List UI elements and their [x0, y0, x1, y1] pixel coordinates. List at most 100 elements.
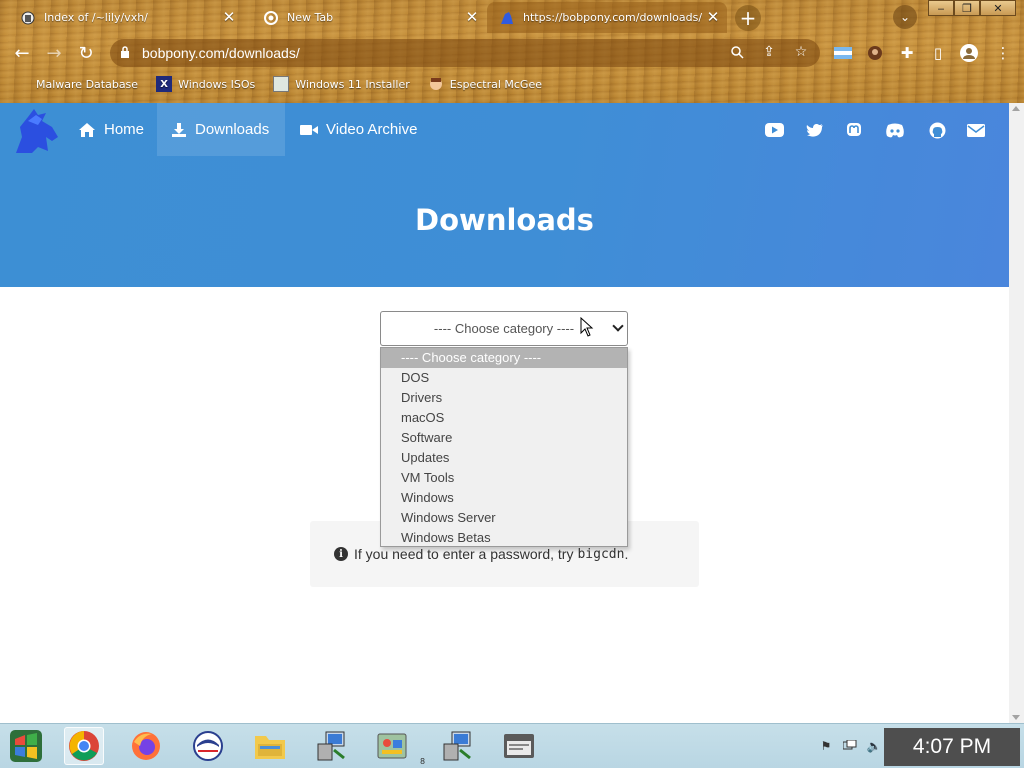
dropdown-option[interactable]: Updates	[381, 448, 627, 468]
nav-downloads-label: Downloads	[195, 121, 270, 138]
category-select-value: ---- Choose category ----	[433, 321, 575, 336]
notice-suffix: .	[624, 546, 629, 562]
dropdown-option[interactable]: Windows Betas	[381, 528, 627, 548]
page-viewport: Home Downloads Video Archive Downloads -…	[0, 103, 1009, 723]
installer-icon	[273, 76, 290, 92]
x-icon: X	[156, 76, 173, 92]
window-manager-taskbar-icon[interactable]	[499, 727, 539, 765]
close-icon[interactable]: ✕	[464, 8, 480, 26]
dropdown-option[interactable]: Windows	[381, 488, 627, 508]
notice-password-code: bigcdn	[577, 546, 625, 562]
github-icon[interactable]	[927, 120, 947, 140]
tab-title: Index of /~lily/vxh/	[44, 11, 148, 24]
mastodon-icon[interactable]	[844, 120, 864, 140]
bookmark-label: Windows 11 Installer	[295, 77, 410, 91]
restore-button[interactable]: ❐	[954, 0, 980, 16]
dropdown-option[interactable]: VM Tools	[381, 468, 627, 488]
dropdown-option[interactable]: DOS	[381, 368, 627, 388]
discord-icon[interactable]	[885, 120, 905, 140]
reload-icon[interactable]: ↻	[74, 41, 98, 65]
dropdown-option[interactable]: ---- Choose category ----	[381, 348, 627, 368]
chrome-taskbar-icon[interactable]	[64, 727, 104, 765]
scroll-up-arrow-icon[interactable]	[1012, 106, 1020, 111]
page-title: Downloads	[415, 203, 594, 237]
download-icon	[171, 122, 187, 138]
tab-search-chevron-icon[interactable]: ⌄	[893, 5, 917, 29]
bookmark-label: Malware Database	[36, 77, 139, 91]
taskbar-badge: 8	[420, 757, 426, 766]
lock-icon	[120, 45, 134, 61]
hero-banner: Home Downloads Video Archive Downloads	[0, 103, 1009, 287]
site-navbar: Home Downloads Video Archive	[0, 103, 1009, 156]
close-icon[interactable]: ✕	[221, 8, 237, 26]
page-scrollbar[interactable]	[1009, 103, 1024, 723]
forward-arrow-icon[interactable]: →	[42, 41, 66, 65]
nav-home[interactable]: Home	[64, 103, 158, 156]
bookmark-malware-database[interactable]: Malware Database	[14, 76, 138, 92]
dropdown-option[interactable]: Drivers	[381, 388, 627, 408]
address-text[interactable]: bobpony.com/downloads/	[142, 45, 300, 61]
bookmark-label: Windows ISOs	[178, 77, 256, 91]
window-close-button[interactable]: ✕	[980, 0, 1016, 16]
bookmark-windows-isos[interactable]: X Windows ISOs	[156, 76, 255, 92]
file-explorer-taskbar-icon[interactable]	[250, 727, 290, 765]
tab-bobpony-downloads[interactable]: https://bobpony.com/downloads/ ✕	[487, 2, 727, 33]
tab-title: New Tab	[287, 11, 334, 24]
taskbar-clock[interactable]: 4:07 PM	[884, 728, 1020, 766]
notice-text: If you need to enter a password, try	[354, 546, 574, 562]
mail-icon[interactable]	[966, 120, 986, 140]
tab-title: https://bobpony.com/downloads/	[523, 11, 703, 24]
back-arrow-icon[interactable]: ←	[10, 41, 34, 65]
bookmark-windows-11-installer[interactable]: Windows 11 Installer	[273, 76, 410, 92]
opera-taskbar-icon[interactable]	[188, 727, 228, 765]
dropdown-option[interactable]: macOS	[381, 408, 627, 428]
bobpony-icon	[499, 10, 515, 26]
action-center-flag-icon[interactable]: ⚑	[818, 738, 834, 754]
volume-icon[interactable]: 🔈	[866, 738, 882, 754]
search-icon[interactable]	[728, 43, 746, 61]
close-icon[interactable]: ✕	[705, 8, 721, 26]
home-icon	[78, 122, 96, 138]
new-tab-button[interactable]: +	[735, 5, 761, 31]
nav-video-archive[interactable]: Video Archive	[286, 103, 431, 156]
tab-new-tab[interactable]: New Tab ✕	[243, 2, 486, 33]
trash-icon	[20, 10, 36, 26]
bookmark-star-icon[interactable]: ☆	[792, 43, 810, 61]
network-icon[interactable]	[842, 738, 858, 754]
taskbar: 8 ⚑ 🔈 4:07 PM	[0, 723, 1024, 768]
nav-downloads[interactable]: Downloads	[157, 103, 285, 156]
youtube-icon[interactable]	[764, 120, 784, 140]
address-bar[interactable]: bobpony.com/downloads/ ⇪ ☆	[110, 39, 820, 67]
network-setup-taskbar-icon[interactable]	[312, 727, 352, 765]
scroll-down-arrow-icon[interactable]	[1012, 715, 1020, 720]
chevron-down-icon	[612, 320, 624, 332]
browser-toolbar: ← → ↻ bobpony.com/downloads/ ⇪ ☆ ✚ ▯ ⋮	[0, 34, 1024, 70]
extensions-puzzle-icon[interactable]: ✚	[896, 42, 918, 64]
network-setup-2-taskbar-icon[interactable]	[438, 727, 478, 765]
bobpony-logo[interactable]	[12, 107, 62, 157]
bookmark-espectral-mcgee[interactable]: Espectral McGee	[428, 76, 542, 92]
profile-icon[interactable]	[958, 42, 980, 64]
side-panel-icon[interactable]: ▯	[927, 42, 949, 64]
dropdown-option[interactable]: Software	[381, 428, 627, 448]
chrome-icon	[263, 10, 279, 26]
dropdown-option[interactable]: Windows Server	[381, 508, 627, 528]
share-icon[interactable]: ⇪	[760, 43, 778, 61]
minimize-button[interactable]: ‒	[928, 0, 954, 16]
twitter-icon[interactable]	[805, 120, 825, 140]
start-button-icon[interactable]	[6, 727, 46, 765]
video-icon	[300, 124, 318, 136]
control-panel-taskbar-icon[interactable]	[372, 727, 412, 765]
extension-avatar-icon[interactable]	[864, 42, 886, 64]
firefox-taskbar-icon[interactable]	[126, 727, 166, 765]
malware-icon	[14, 76, 30, 92]
tab-index-lily[interactable]: Index of /~lily/vxh/ ✕	[0, 2, 243, 33]
nav-video-archive-label: Video Archive	[326, 121, 418, 138]
nav-home-label: Home	[104, 121, 145, 138]
tab-strip: Index of /~lily/vxh/ ✕ New Tab ✕ https:/…	[0, 0, 1024, 34]
category-dropdown-list[interactable]: ---- Choose category ---- DOS Drivers ma…	[380, 347, 628, 547]
menu-kebab-icon[interactable]: ⋮	[992, 42, 1014, 64]
extension-flag-icon[interactable]	[832, 42, 854, 64]
bookmark-label: Espectral McGee	[449, 77, 542, 91]
mouse-pointer-icon	[580, 316, 594, 341]
